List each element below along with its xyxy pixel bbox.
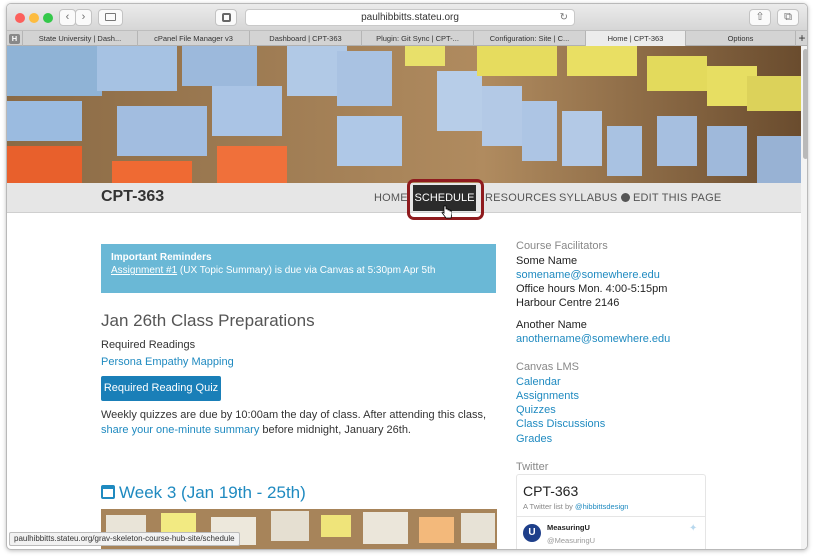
lms-link-class-discussions[interactable]: Class Discussions <box>516 418 605 430</box>
twitter-heading: Twitter <box>516 461 549 473</box>
tab-configuration[interactable]: Configuration: Site | C... <box>474 31 586 46</box>
browser-toolbar: ‹ › paulhibbitts.stateu.org ↻ ⇧ ⧉ <box>7 4 807 31</box>
nav-edit-this-page[interactable]: EDIT THIS PAGE <box>621 192 721 204</box>
calendar-icon <box>101 485 115 499</box>
nav-home[interactable]: HOME <box>374 192 408 204</box>
twitter-list-by: A Twitter list by @hibbittsdesign <box>523 502 629 511</box>
nav-edit-label: EDIT THIS PAGE <box>633 192 722 204</box>
sticky-notes-photo <box>7 46 801 183</box>
tweet-author-name[interactable]: MeasuringU <box>547 523 590 532</box>
back-button[interactable]: ‹ <box>59 9 76 26</box>
status-bar-url: paulhibbitts.stateu.org/grav-skeleton-co… <box>9 532 240 546</box>
tab-dashboard[interactable]: Dashboard | CPT-363 <box>250 31 362 46</box>
facilitator-2-email[interactable]: anothername@somewhere.edu <box>516 333 670 345</box>
summary-line: share your one-minute summary before mid… <box>101 424 411 436</box>
close-window-button[interactable] <box>15 13 25 23</box>
twitter-widget: CPT-363 A Twitter list by @hibbittsdesig… <box>516 474 706 549</box>
week-3-heading[interactable]: Week 3 (Jan 19th - 25th) <box>101 483 306 503</box>
important-reminders-box: Important Reminders Assignment #1 (UX To… <box>101 244 496 293</box>
new-tab-button[interactable]: + <box>796 31 807 46</box>
minimize-window-button[interactable] <box>29 13 39 23</box>
browser-window: ‹ › paulhibbitts.stateu.org ↻ ⇧ ⧉ H State… <box>6 3 808 550</box>
twitter-list-title[interactable]: CPT-363 <box>523 483 578 499</box>
chevron-right-icon: › <box>81 11 86 23</box>
reload-icon[interactable]: ↻ <box>560 10 568 25</box>
facilitator-1-name: Some Name <box>516 255 578 267</box>
address-bar-text: paulhibbitts.stateu.org <box>361 12 459 23</box>
required-readings-label: Required Readings <box>101 339 196 351</box>
hero-image <box>7 46 801 183</box>
site-brand[interactable]: CPT-363 <box>101 188 164 206</box>
hand-cursor-icon <box>441 205 452 219</box>
office-hours: Office hours Mon. 4:00-5:15pm <box>516 283 668 295</box>
forward-button[interactable]: › <box>75 9 92 26</box>
plus-icon: + <box>798 31 806 45</box>
lms-link-grades[interactable]: Grades <box>516 433 552 445</box>
tabs-icon: ⧉ <box>784 11 792 23</box>
reader-button[interactable] <box>215 9 237 26</box>
required-reading-quiz-button[interactable]: Required Reading Quiz <box>101 376 221 401</box>
scrollbar-thumb[interactable] <box>803 49 807 159</box>
twitter-bird-icon: ✦ <box>689 523 698 534</box>
share-button[interactable]: ⇧ <box>749 9 771 26</box>
sidebar-toggle-button[interactable] <box>98 9 123 26</box>
facilitator-1-email[interactable]: somename@somewhere.edu <box>516 269 660 281</box>
tab-git-sync[interactable]: Plugin: Git Sync | CPT-... <box>362 31 474 46</box>
sidebar-icon <box>105 13 116 21</box>
reader-icon <box>221 13 231 22</box>
persona-empathy-link[interactable]: Persona Empathy Mapping <box>101 356 234 368</box>
tab-home-cpt363[interactable]: Home | CPT-363 <box>586 31 686 46</box>
address-bar[interactable]: paulhibbitts.stateu.org ↻ <box>245 9 575 26</box>
reminders-title: Important Reminders <box>111 252 212 263</box>
tab-cpanel[interactable]: cPanel File Manager v3 <box>138 31 250 46</box>
avatar[interactable]: U <box>523 524 541 542</box>
site-navbar: CPT-363 HOME SCHEDULE RESOURCES SYLLABUS… <box>7 179 801 220</box>
nav-resources[interactable]: RESOURCES <box>485 192 556 204</box>
course-facilitators-heading: Course Facilitators <box>516 240 608 252</box>
twitter-author-link[interactable]: @hibbittsdesign <box>575 502 628 511</box>
reminder-text: (UX Topic Summary) is due via Canvas at … <box>177 265 436 276</box>
github-icon <box>621 193 630 202</box>
lms-link-assignments[interactable]: Assignments <box>516 390 579 402</box>
tab-state-university[interactable]: State University | Dash... <box>23 31 138 46</box>
assignment-link[interactable]: Assignment #1 <box>111 265 177 276</box>
class-preparations-heading: Jan 26th Class Preparations <box>101 311 315 330</box>
tweet-author-handle[interactable]: @MeasuringU <box>547 536 595 545</box>
week-3-label: Week 3 (Jan 19th - 25th) <box>119 483 306 502</box>
share-icon: ⇧ <box>755 11 765 23</box>
zoom-window-button[interactable] <box>43 13 53 23</box>
one-minute-summary-link[interactable]: share your one-minute summary <box>101 424 259 436</box>
show-tabs-button[interactable]: ⧉ <box>777 9 799 26</box>
office-location: Harbour Centre 2146 <box>516 297 620 309</box>
weekly-quiz-text: Weekly quizzes are due by 10:00am the da… <box>101 409 487 421</box>
tab-options[interactable]: Options <box>686 31 796 46</box>
lms-link-quizzes[interactable]: Quizzes <box>516 404 556 416</box>
chevron-left-icon: ‹ <box>65 11 70 23</box>
tab-bar: H State University | Dash... cPanel File… <box>7 31 807 46</box>
reminder-line: Assignment #1 (UX Topic Summary) is due … <box>111 264 486 277</box>
summary-tail: before midnight, January 26th. <box>259 424 411 436</box>
pinned-tab[interactable]: H <box>7 31 23 46</box>
facilitator-2-name: Another Name <box>516 319 587 331</box>
canvas-lms-heading: Canvas LMS <box>516 361 579 373</box>
lms-link-calendar[interactable]: Calendar <box>516 376 561 388</box>
nav-syllabus[interactable]: SYLLABUS <box>559 192 617 204</box>
